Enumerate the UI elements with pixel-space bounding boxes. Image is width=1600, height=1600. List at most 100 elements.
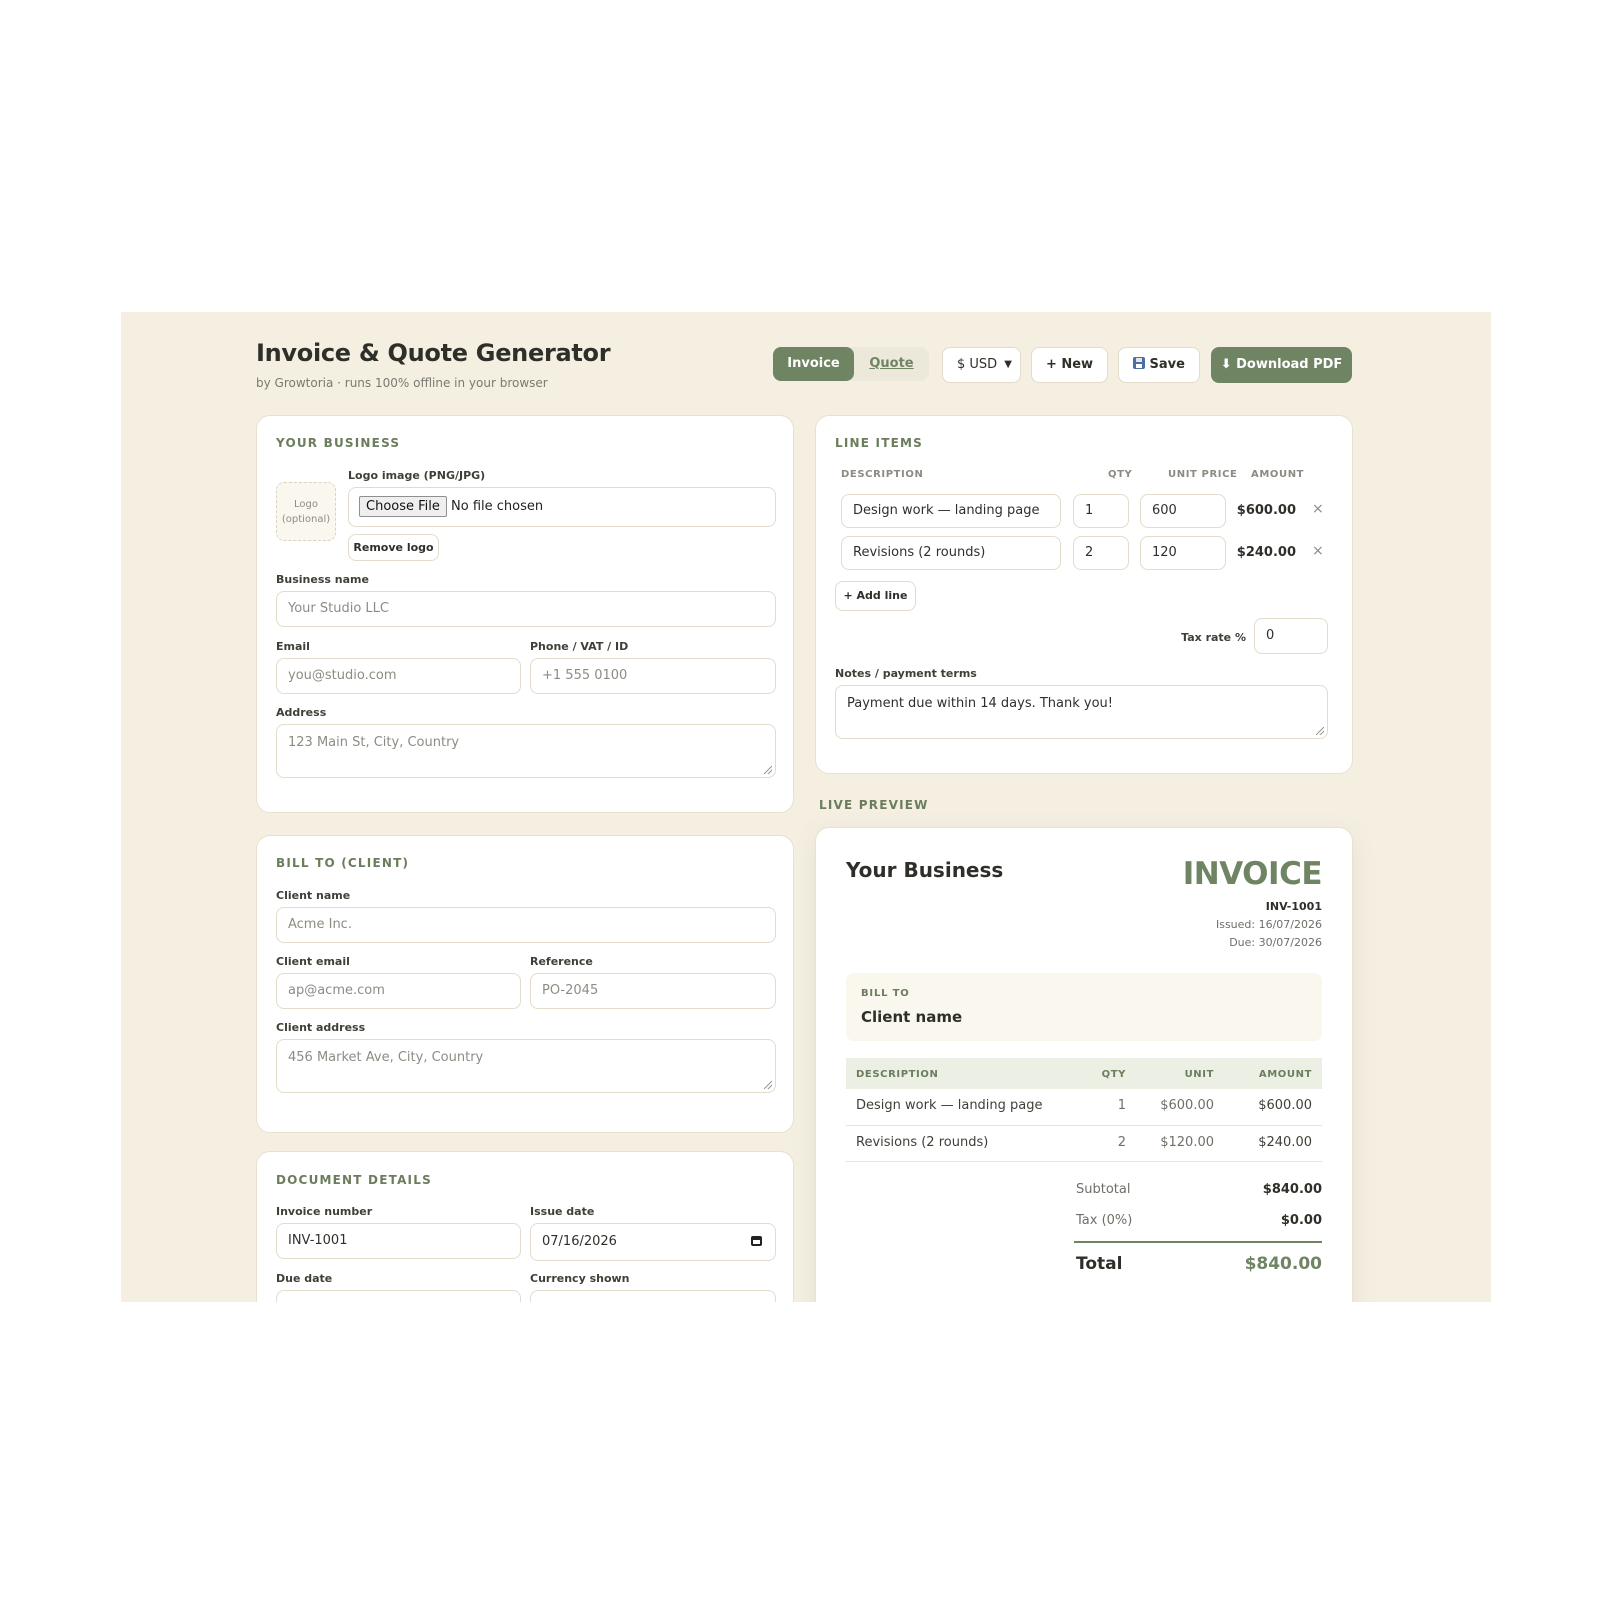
issue-date-label: Issue date [530, 1205, 595, 1218]
preview-col-description: DESCRIPTION [856, 1069, 939, 1080]
preview-row-amount: $240.00 [1258, 1135, 1312, 1150]
document-card: DOCUMENT DETAILS Invoice number INV-1001… [256, 1151, 794, 1302]
calendar-icon[interactable] [751, 1236, 762, 1246]
invoice-number-label: Invoice number [276, 1205, 373, 1218]
client-email-input[interactable]: ap@acme.com [276, 973, 521, 1009]
issue-date-input[interactable]: 07/16/2026 [530, 1223, 776, 1261]
live-preview-title: LIVE PREVIEW [819, 798, 929, 812]
line-price-input[interactable]: 120 [1140, 536, 1226, 570]
mode-invoice-button[interactable]: Invoice [773, 347, 854, 381]
notes-textarea[interactable]: Payment due within 14 days. Thank you! [835, 685, 1328, 739]
preview-doc-number: INV-1001 [1265, 900, 1322, 913]
address-textarea[interactable]: 123 Main St, City, Country [276, 724, 776, 778]
reference-input[interactable]: PO-2045 [530, 973, 776, 1009]
business-card: YOUR BUSINESS Logo (optional) Logo image… [256, 415, 794, 813]
preview-tax-value: $0.00 [1280, 1213, 1322, 1228]
invoice-preview: Your Business INVOICE INV-1001 Issued: 1… [815, 827, 1353, 1302]
line-items-section-title: LINE ITEMS [835, 436, 923, 450]
due-date-input[interactable] [276, 1290, 521, 1302]
line-items-card: LINE ITEMS DESCRIPTION QTY UNIT PRICE AM… [815, 415, 1353, 774]
preview-bill-to-box: BILL TO Client name [846, 973, 1322, 1041]
resize-handle-icon[interactable] [1316, 727, 1324, 735]
preview-doc-type: INVOICE [1182, 856, 1323, 892]
email-input[interactable]: you@studio.com [276, 658, 521, 694]
preview-row-unit: $120.00 [1160, 1135, 1214, 1150]
notes-label: Notes / payment terms [835, 667, 977, 680]
preview-row-desc: Revisions (2 rounds) [856, 1135, 989, 1150]
preview-issued: Issued: 16/07/2026 [1215, 918, 1322, 931]
logo-placeholder-line1: Logo [294, 499, 318, 510]
email-label: Email [276, 640, 310, 653]
logo-placeholder-line2: (optional) [281, 514, 331, 525]
remove-line-icon[interactable]: × [1312, 543, 1324, 559]
remove-line-icon[interactable]: × [1312, 501, 1324, 517]
logo-label: Logo image (PNG/JPG) [348, 469, 486, 482]
app-window: Invoice & Quote Generator by Growtoria ·… [121, 312, 1491, 1302]
chevron-down-icon: ▼ [1004, 359, 1012, 370]
client-name-input[interactable]: Acme Inc. [276, 907, 776, 943]
currency-shown-select[interactable] [530, 1290, 776, 1302]
download-arrow-icon: ⬇ [1220, 357, 1232, 372]
logo-file-input[interactable]: Choose File No file chosen [348, 487, 776, 527]
currency-shown-label: Currency shown [530, 1272, 630, 1285]
new-button[interactable]: + New [1031, 347, 1108, 383]
line-desc-input[interactable]: Revisions (2 rounds) [841, 536, 1061, 570]
logo-placeholder: Logo (optional) [276, 482, 336, 541]
preview-bill-to-label: BILL TO [861, 988, 910, 999]
resize-handle-icon[interactable] [764, 1081, 772, 1089]
preview-row-desc: Design work — landing page [856, 1098, 1043, 1113]
tax-rate-input[interactable]: 0 [1254, 618, 1328, 654]
choose-file-button[interactable]: Choose File [359, 496, 447, 517]
save-button[interactable]: Save [1118, 347, 1200, 383]
preview-subtotal-label: Subtotal [1076, 1182, 1131, 1197]
phone-input[interactable]: +1 555 0100 [530, 658, 776, 694]
preview-col-amount: AMOUNT [1258, 1069, 1312, 1080]
mode-quote-button[interactable]: Quote [854, 347, 929, 381]
download-pdf-button[interactable]: ⬇ Download PDF [1211, 347, 1352, 383]
no-file-text: No file chosen [451, 499, 544, 514]
mode-toggle: Invoice Quote [773, 347, 929, 381]
preview-col-unit: UNIT [1184, 1069, 1214, 1080]
invoice-number-input[interactable]: INV-1001 [276, 1223, 521, 1259]
remove-logo-button[interactable]: Remove logo [348, 534, 439, 561]
preview-due: Due: 30/07/2026 [1229, 936, 1322, 949]
line-amount: $600.00 [1236, 503, 1296, 518]
col-unit-price: UNIT PRICE [1168, 469, 1238, 480]
page-subtitle: by Growtoria · runs 100% offline in your… [256, 376, 548, 390]
line-amount: $240.00 [1236, 545, 1296, 560]
preview-row-qty: 2 [1117, 1135, 1126, 1150]
line-qty-input[interactable]: 2 [1073, 536, 1129, 570]
reference-label: Reference [530, 955, 593, 968]
preview-row-qty: 1 [1117, 1098, 1126, 1113]
add-line-button[interactable]: + Add line [835, 581, 916, 611]
preview-col-qty: QTY [1101, 1069, 1126, 1080]
line-desc-input[interactable]: Design work — landing page [841, 494, 1061, 528]
preview-tax-label: Tax (0%) [1076, 1213, 1133, 1228]
client-name-label: Client name [276, 889, 351, 902]
page-title: Invoice & Quote Generator [256, 339, 611, 367]
client-address-textarea[interactable]: 456 Market Ave, City, Country [276, 1039, 776, 1093]
preview-client-name: Client name [861, 1008, 963, 1026]
line-price-input[interactable]: 600 [1140, 494, 1226, 528]
resize-handle-icon[interactable] [764, 766, 772, 774]
download-pdf-label: Download PDF [1236, 357, 1343, 372]
currency-select[interactable]: $ USD ▼ [942, 347, 1021, 383]
preview-total-value: $840.00 [1244, 1254, 1322, 1274]
address-placeholder: 123 Main St, City, Country [288, 735, 460, 750]
business-name-input[interactable]: Your Studio LLC [276, 591, 776, 627]
col-description: DESCRIPTION [841, 469, 924, 480]
col-amount: AMOUNT [1251, 469, 1305, 480]
total-divider [1074, 1241, 1322, 1243]
col-qty: QTY [1108, 469, 1133, 480]
preview-row-amount: $600.00 [1258, 1098, 1312, 1113]
preview-subtotal-value: $840.00 [1262, 1182, 1322, 1197]
client-section-title: BILL TO (CLIENT) [276, 856, 410, 870]
row-divider [846, 1125, 1322, 1126]
floppy-disk-icon [1133, 357, 1146, 369]
client-card: BILL TO (CLIENT) Client name Acme Inc. C… [256, 835, 794, 1133]
phone-label: Phone / VAT / ID [530, 640, 629, 653]
notes-value: Payment due within 14 days. Thank you! [847, 696, 1113, 711]
preview-total-label: Total [1076, 1254, 1123, 1274]
client-address-label: Client address [276, 1021, 366, 1034]
line-qty-input[interactable]: 1 [1073, 494, 1129, 528]
